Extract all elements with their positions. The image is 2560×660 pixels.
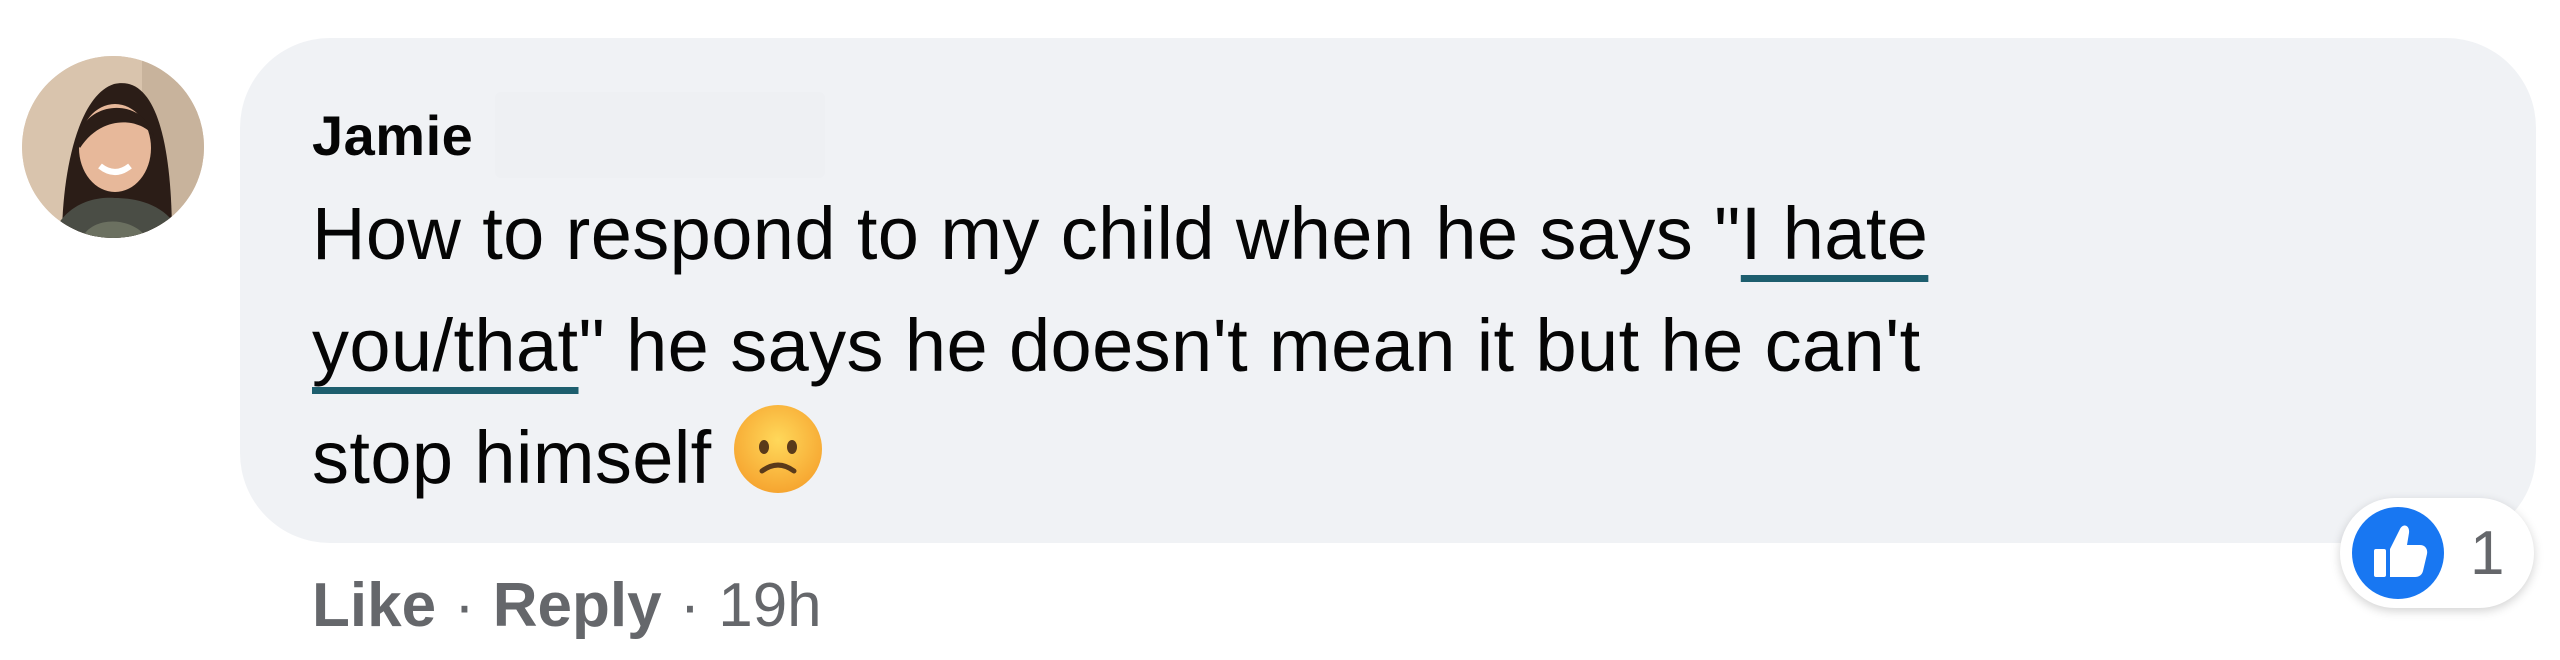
reaction-summary[interactable]: 1 bbox=[2340, 498, 2535, 608]
comment-line-2: you/that" he says he doesn't mean it but… bbox=[312, 290, 2462, 402]
author-name[interactable]: Jamie bbox=[312, 103, 473, 168]
comment: Jamie How to respond to my child when he… bbox=[0, 0, 2560, 660]
sad-face-icon bbox=[732, 403, 824, 495]
comment-hashtag-link[interactable]: I hate bbox=[1741, 192, 1929, 275]
like-thumb-icon bbox=[2350, 505, 2446, 601]
author-row: Jamie bbox=[312, 92, 826, 178]
separator-dot: · bbox=[454, 570, 475, 640]
comment-line-1: How to respond to my child when he says … bbox=[312, 178, 2462, 290]
comment-text-segment: How to respond to my child when he says … bbox=[312, 192, 1741, 275]
comment-text-segment: stop himself bbox=[312, 416, 712, 499]
profile-photo bbox=[22, 56, 204, 238]
reaction-count: 1 bbox=[2470, 518, 2505, 588]
comment-line-3: stop himself bbox=[312, 402, 2462, 514]
reply-action[interactable]: Reply bbox=[493, 570, 662, 641]
comment-text-segment: " he says he doesn't mean it but he can'… bbox=[578, 304, 1921, 387]
like-action[interactable]: Like bbox=[312, 570, 436, 641]
comment-hashtag-link[interactable]: you/that bbox=[312, 304, 579, 387]
comment-actions: Like · Reply · 19h bbox=[312, 565, 822, 645]
redacted-name-block bbox=[495, 92, 826, 178]
comment-timestamp[interactable]: 19h bbox=[718, 570, 821, 641]
comment-text: How to respond to my child when he says … bbox=[312, 178, 2462, 514]
separator-dot: · bbox=[679, 570, 701, 640]
avatar[interactable] bbox=[22, 56, 204, 238]
